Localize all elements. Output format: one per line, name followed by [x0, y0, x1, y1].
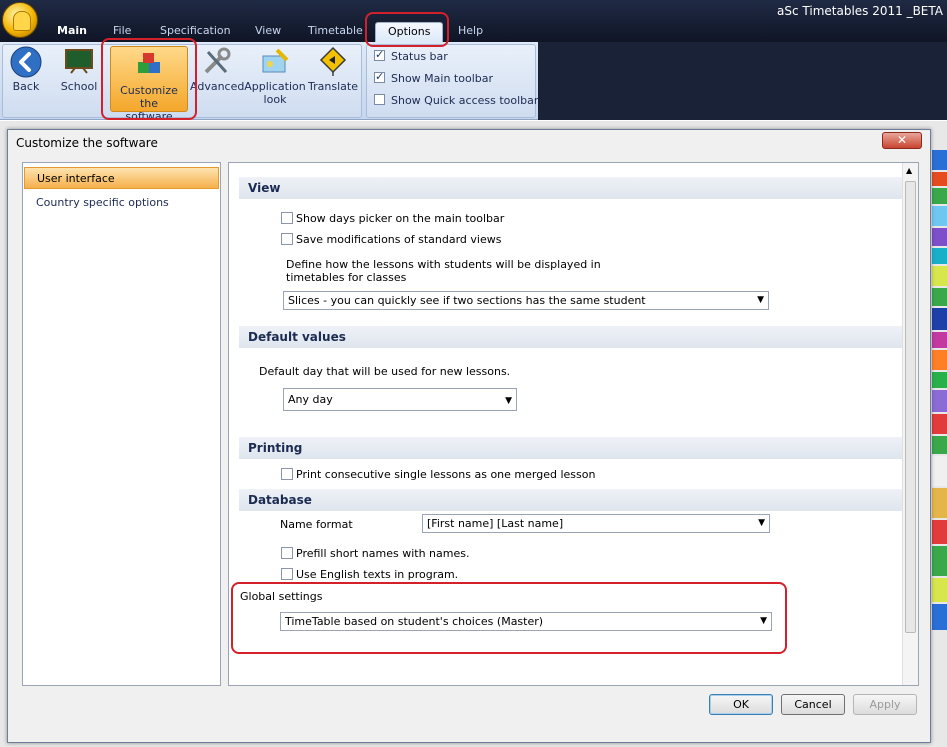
- tab-options[interactable]: Options: [375, 22, 444, 42]
- name-format-select[interactable]: [First name] [Last name] ▼: [422, 514, 770, 533]
- back-label: Back: [12, 80, 40, 93]
- use-english-option[interactable]: Use English texts in program.: [281, 568, 458, 581]
- checkbox-empty-icon[interactable]: [374, 94, 385, 105]
- vertical-scrollbar[interactable]: ▲: [902, 163, 918, 685]
- window-title: aSc Timetables 2011 _BETA: [777, 4, 943, 18]
- scroll-up-icon[interactable]: ▲: [906, 166, 912, 175]
- show-days-picker-label: Show days picker on the main toolbar: [296, 212, 505, 225]
- default-day-label: Default day that will be used for new le…: [259, 365, 511, 378]
- customize-label-1: Customize the: [120, 84, 178, 110]
- use-english-label: Use English texts in program.: [296, 568, 459, 581]
- merge-lessons-label: Print consecutive single lessons as one …: [296, 468, 596, 481]
- prefill-short-names-label: Prefill short names with names.: [296, 547, 470, 560]
- global-settings-select[interactable]: TimeTable based on student's choices (Ma…: [280, 612, 772, 631]
- display-mode-description-2: timetables for classes: [286, 271, 407, 284]
- timetable-color-strip: [932, 150, 947, 630]
- section-database-header: Database: [239, 489, 902, 511]
- tools-icon: [200, 46, 232, 78]
- name-format-value: [First name] [Last name]: [427, 517, 564, 530]
- advanced-label: Advanced: [190, 80, 245, 93]
- translate-label: Translate: [308, 80, 358, 93]
- tab-main[interactable]: Main: [57, 22, 87, 42]
- tab-view[interactable]: View: [255, 22, 281, 42]
- cancel-button[interactable]: Cancel: [781, 694, 845, 715]
- close-icon[interactable]: ✕: [882, 132, 922, 149]
- prefill-short-names-option[interactable]: Prefill short names with names.: [281, 547, 469, 560]
- school-button[interactable]: School: [58, 46, 100, 93]
- display-mode-select[interactable]: Slices - you can quickly see if two sect…: [283, 291, 769, 310]
- show-quick-access-check[interactable]: Show Quick access toolbar: [374, 94, 538, 107]
- app-bell-icon[interactable]: [2, 2, 38, 38]
- dialog-title: Customize the software: [16, 136, 158, 150]
- global-settings-label: Global settings: [240, 590, 323, 603]
- chevron-down-icon: ▼: [505, 396, 512, 406]
- blackboard-icon: [63, 46, 95, 78]
- chevron-down-icon: ▼: [760, 616, 767, 626]
- applook-label-1: Application: [244, 80, 306, 93]
- show-main-toolbar-label: Show Main toolbar: [391, 72, 494, 85]
- checkbox-checked-icon[interactable]: [374, 48, 385, 61]
- translate-button[interactable]: Translate: [308, 46, 358, 93]
- status-bar-check[interactable]: Status bar: [374, 48, 448, 63]
- application-look-button[interactable]: Application look: [244, 46, 306, 106]
- chevron-down-icon: ▼: [757, 295, 764, 305]
- checkbox-empty-icon[interactable]: [281, 468, 293, 480]
- apply-button[interactable]: Apply: [853, 694, 917, 715]
- customize-software-button[interactable]: Customize the software: [110, 46, 188, 123]
- checkbox-empty-icon[interactable]: [281, 212, 293, 224]
- show-days-picker-option[interactable]: Show days picker on the main toolbar: [281, 212, 504, 225]
- tab-timetable[interactable]: Timetable: [308, 22, 363, 42]
- tab-help[interactable]: Help: [458, 22, 483, 42]
- status-bar-label: Status bar: [391, 50, 448, 63]
- global-settings-value: TimeTable based on student's choices (Ma…: [285, 615, 544, 628]
- category-list: User interface Country specific options: [22, 162, 221, 686]
- save-modifications-option[interactable]: Save modifications of standard views: [281, 233, 501, 246]
- merge-lessons-option[interactable]: Print consecutive single lessons as one …: [281, 468, 595, 481]
- section-defaults-header: Default values: [239, 326, 902, 348]
- category-user-interface[interactable]: User interface: [24, 167, 219, 189]
- default-day-value: Any day: [288, 393, 333, 406]
- ok-button[interactable]: OK: [709, 694, 773, 715]
- checkbox-empty-icon[interactable]: [281, 547, 293, 559]
- checkbox-empty-icon[interactable]: [281, 233, 293, 245]
- ribbon-empty-area: [538, 42, 947, 120]
- section-view-header: View: [239, 177, 902, 199]
- title-bar: aSc Timetables 2011 _BETA Main File Spec…: [0, 0, 947, 44]
- back-arrow-icon: [10, 46, 42, 78]
- show-quick-access-label: Show Quick access toolbar: [391, 94, 539, 107]
- chevron-down-icon: ▼: [758, 518, 765, 528]
- colored-cubes-icon: [133, 50, 165, 82]
- settings-panel: View Show days picker on the main toolba…: [228, 162, 919, 686]
- default-day-select[interactable]: Any day ▼: [283, 388, 517, 411]
- applook-label-2: look: [263, 93, 287, 106]
- school-label: School: [60, 80, 98, 93]
- tab-file[interactable]: File: [113, 22, 131, 42]
- name-format-label: Name format: [280, 518, 353, 531]
- paint-palette-icon: [259, 46, 291, 78]
- tab-specification[interactable]: Specification: [160, 22, 231, 42]
- advanced-button[interactable]: Advanced: [190, 46, 245, 93]
- checkbox-checked-icon[interactable]: [374, 70, 385, 83]
- show-main-toolbar-check[interactable]: Show Main toolbar: [374, 70, 494, 85]
- customize-dialog: Customize the software ✕ User interface …: [7, 129, 931, 743]
- road-sign-icon: [317, 46, 349, 78]
- category-country-options[interactable]: Country specific options: [24, 192, 219, 214]
- display-mode-value: Slices - you can quickly see if two sect…: [288, 294, 646, 307]
- section-printing-header: Printing: [239, 437, 902, 459]
- display-mode-description-1: Define how the lessons with students wil…: [286, 258, 601, 271]
- back-button[interactable]: Back: [6, 46, 46, 93]
- save-modifications-label: Save modifications of standard views: [296, 233, 502, 246]
- checkbox-empty-icon[interactable]: [281, 568, 293, 580]
- scroll-thumb[interactable]: [905, 181, 916, 633]
- customize-label-2: software: [125, 110, 173, 123]
